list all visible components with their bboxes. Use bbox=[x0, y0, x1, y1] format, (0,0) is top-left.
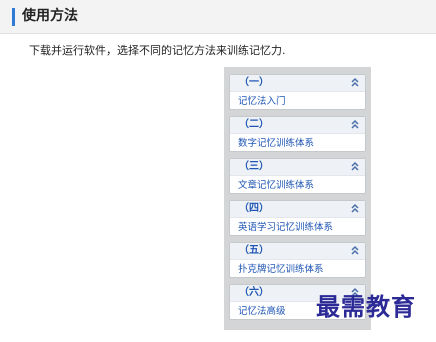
method-link-english-memory[interactable]: 英语学习记忆训练体系 bbox=[238, 221, 333, 234]
method-card-5[interactable]: （五） 扑克牌记忆训练体系 bbox=[229, 242, 366, 278]
section-header: 使用方法 bbox=[0, 0, 436, 34]
double-chevron-up-icon[interactable] bbox=[350, 77, 360, 89]
double-chevron-up-icon[interactable] bbox=[350, 119, 360, 131]
double-chevron-up-icon[interactable] bbox=[350, 245, 360, 257]
card-heading: （三） bbox=[239, 161, 269, 172]
card-header: （二） bbox=[230, 117, 365, 134]
instruction-text: 下载并运行软件，选择不同的记忆方法来训练记忆力. bbox=[29, 44, 286, 57]
section-title: 使用方法 bbox=[22, 8, 78, 24]
card-heading: （五） bbox=[239, 245, 269, 256]
card-header: （四） bbox=[230, 201, 365, 218]
card-header: （五） bbox=[230, 243, 365, 260]
card-heading: （一） bbox=[239, 77, 269, 88]
card-heading: （四） bbox=[239, 203, 269, 214]
method-menu-panel: （一） 记忆法入门 （二） 数字记忆训练体系 （三） 文章记忆训练体系 （四） … bbox=[224, 67, 371, 330]
method-link-number-memory[interactable]: 数字记忆训练体系 bbox=[238, 137, 314, 150]
card-heading: （六） bbox=[239, 287, 269, 298]
method-card-4[interactable]: （四） 英语学习记忆训练体系 bbox=[229, 200, 366, 236]
double-chevron-up-icon[interactable] bbox=[350, 161, 360, 173]
header-accent-bar bbox=[12, 8, 15, 26]
card-header: （一） bbox=[230, 75, 365, 92]
method-link-article-memory[interactable]: 文章记忆训练体系 bbox=[238, 179, 314, 192]
card-heading: （二） bbox=[239, 119, 269, 130]
method-link-memory-intro[interactable]: 记忆法入门 bbox=[238, 95, 286, 108]
method-card-2[interactable]: （二） 数字记忆训练体系 bbox=[229, 116, 366, 152]
method-link-advanced-memory[interactable]: 记忆法高级 bbox=[238, 305, 286, 318]
method-card-1[interactable]: （一） 记忆法入门 bbox=[229, 74, 366, 110]
watermark-text: 最需教育 bbox=[316, 292, 416, 321]
double-chevron-up-icon[interactable] bbox=[350, 203, 360, 215]
method-card-3[interactable]: （三） 文章记忆训练体系 bbox=[229, 158, 366, 194]
method-link-poker-memory[interactable]: 扑克牌记忆训练体系 bbox=[238, 263, 324, 276]
card-header: （三） bbox=[230, 159, 365, 176]
